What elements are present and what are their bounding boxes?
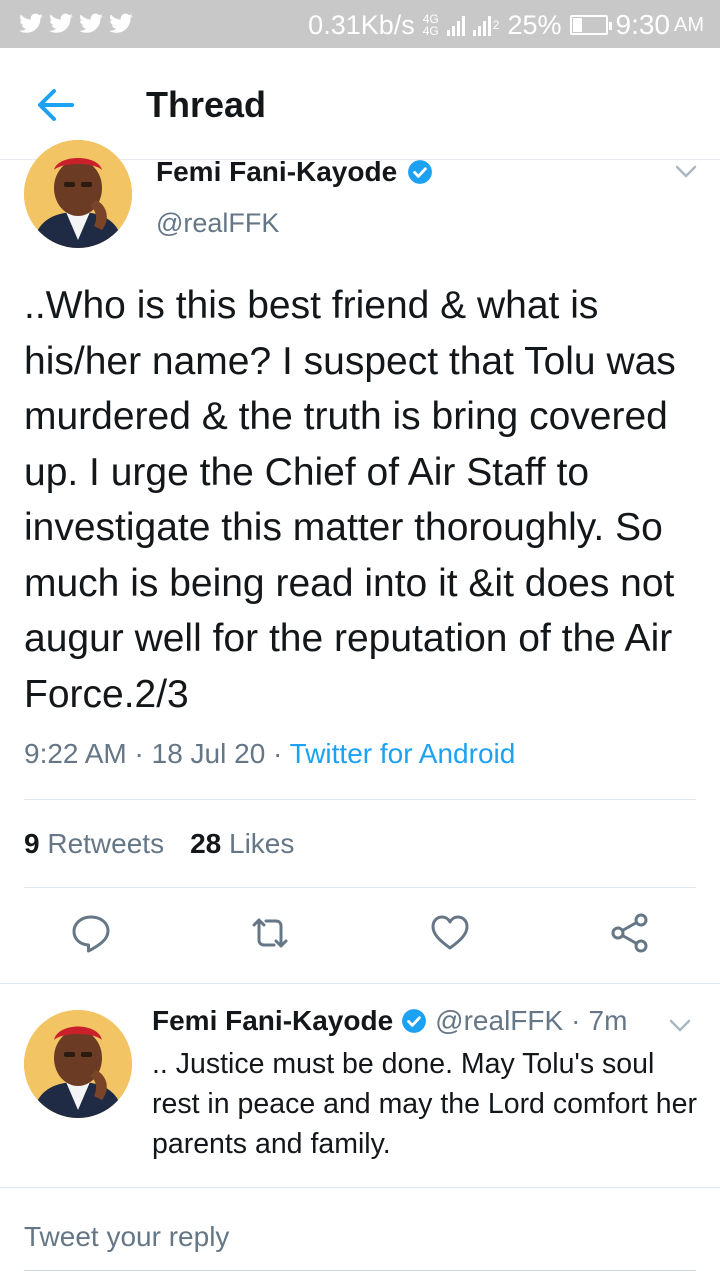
likes-count: 28 [190,828,222,859]
avatar-portrait-icon [24,140,132,248]
tweet-meta: 9:22 AM · 18 Jul 20 · Twitter for Androi… [24,738,515,770]
reply-header: Femi Fani-Kayode @realFFK · 7m [152,1005,627,1037]
likes-stat[interactable]: 28 Likes [190,828,294,860]
like-button[interactable] [429,912,471,954]
reply-age: 7m [588,1005,628,1036]
reply-author-name[interactable]: Femi Fani-Kayode [152,1005,393,1037]
reply-button[interactable] [70,912,112,954]
signal-icon [446,14,465,36]
twitter-bird-icon [19,13,43,33]
network-type-bottom: 4G [422,24,439,38]
battery-fill [572,18,582,32]
battery-percent: 25% [507,9,562,40]
twitter-bird-icon [49,13,73,33]
verified-badge-icon [402,1009,427,1033]
share-icon [611,913,648,953]
clock-ampm: AM [674,13,704,36]
author-name-row: Femi Fani-Kayode [156,156,433,188]
tweet-text: ..Who is this best friend & what is his/… [24,284,676,716]
tweet-source-link[interactable]: Twitter for Android [290,738,516,769]
heart-icon [431,915,469,950]
retweet-button[interactable] [249,912,291,954]
share-button[interactable] [609,912,651,954]
status-right: 0.31Kb/s 4G 4G 2 25% 9:30 AM [308,9,704,41]
reply-input[interactable] [24,1212,696,1262]
sim2-label: 2 [492,18,500,32]
back-button[interactable] [36,88,76,122]
reply-author-handle[interactable]: @realFFK [435,1005,563,1037]
divider [0,1187,720,1188]
divider [24,799,696,800]
notification-icons [18,10,134,36]
retweet-icon [252,918,288,948]
reply-separator: · [571,1005,581,1036]
author-handle[interactable]: @realFFK [156,208,279,239]
battery-icon [569,15,612,35]
tweet-stats: 9 Retweets 28 Likes [24,828,294,860]
retweets-stat[interactable]: 9 Retweets [24,828,164,860]
retweets-count: 9 [24,828,40,859]
arrow-left-icon [38,89,74,121]
network-speed: 0.31Kb/s [308,9,415,40]
avatar[interactable] [24,140,132,248]
divider [24,887,696,888]
tweet-actions [0,912,720,964]
app-bar: Thread [0,48,720,160]
network-type: 4G 4G [423,13,439,37]
meta-separator: · [273,738,283,769]
meta-separator: · [134,738,144,769]
reply-icon [72,915,110,953]
avatar-portrait-icon [24,1010,132,1118]
signal-sim2-icon [472,14,491,36]
reply-avatar[interactable] [24,1010,132,1118]
page-title: Thread [146,84,267,125]
retweets-label: Retweets [47,828,165,859]
status-bar: 0.31Kb/s 4G 4G 2 25% 9:30 AM [0,0,720,48]
clock: 9:30 [615,9,671,40]
chevron-down-icon[interactable] [668,1018,692,1034]
reply-text: .. Justice must be done. May Tolu's soul… [152,1048,697,1160]
reply-input-underline [24,1270,696,1271]
verified-badge-icon [408,160,433,184]
likes-label: Likes [229,828,295,859]
chevron-down-icon[interactable] [674,164,698,180]
divider [0,983,720,984]
tweet-date: 18 Jul 20 [151,738,266,769]
tweet-time: 9:22 AM [24,738,127,769]
author-name[interactable]: Femi Fani-Kayode [156,156,397,188]
twitter-bird-icon [109,13,133,33]
twitter-bird-icon [79,13,103,33]
